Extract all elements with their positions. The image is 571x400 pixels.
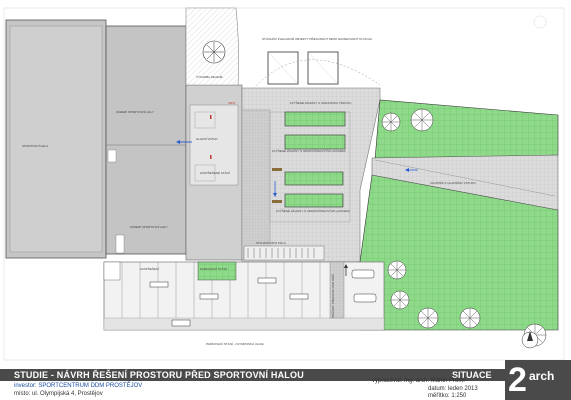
drawing-title: STUDIE - NÁVRH ŘEŠENÍ PROSTORU PŘED SPOR… [14, 370, 304, 380]
bench-area-label: ZASTŘEŠENÉ STÁNÍ [200, 170, 230, 175]
logo-word: arch [529, 369, 555, 383]
hall-label: SPORTOVNÍ HALA [22, 144, 48, 148]
logo-number: 2 [508, 361, 527, 399]
date-text: datum: leden 2013 [428, 386, 478, 392]
footpath-label: CHODNÍK K HLAVNÍMU VSTUPU [430, 181, 476, 185]
tree-topleft [202, 40, 226, 64]
parking-street-label: PARKOVACÍ STÁNÍ - OLYMPIJSKÁ ULICE [206, 342, 264, 346]
bike-stands-label: STOJANY PRO KOLA [256, 241, 286, 245]
info-label: INFO [228, 101, 236, 105]
site-plan-drawing: SPORTOVNÍ HALA ZÁZEMÍ SPORTOVNÍ HALY ZÁZ… [0, 0, 571, 361]
hall-entrance-bottom-label: ZÁZEMÍ SPORTOVNÍ HALY [130, 225, 168, 229]
new-entrance-label: HLAVNÍ VSTUP [196, 137, 217, 141]
author-text: vypracoval: Ing. arch. Martin Přůmi [372, 378, 465, 384]
tree-area-label: VÝSADBA ZELENĚ [196, 74, 223, 79]
grass-area [359, 99, 559, 331]
planters-top-label: ZVÝŠENÉ ZÁHONY S OKRASNOU TRÁVOU [290, 100, 351, 105]
hall-entrance-top-label: ZÁZEMÍ SPORTOVNÍ HALY [116, 110, 154, 114]
parking-top-label: ZASTŘEŠENÍ [140, 266, 159, 271]
planters-mid-label: ZVÝŠENÉ ZÁHONY S ODDPOČINKOVÝMI LAVICEMI [272, 148, 346, 153]
investor-text: investor: SPORTCENTRUM DDM PROSTĚJOV [14, 383, 143, 389]
scale-text: měřítko: 1:250 [428, 393, 467, 399]
bike-stands [243, 245, 325, 261]
crossing-label: SNÍŽENÝ PŘECHOD PRO PĚŠÍ [330, 274, 335, 318]
location-text: místo: ul. Olympijská 4, Prostějov [14, 391, 103, 397]
studio-logo: 2 arch [505, 360, 571, 400]
parking-area [103, 261, 385, 331]
existing-objects-label: STÁVAJÍCÍ PLECHOVÉ OBJEKTY PŘESUNOUT MIM… [262, 36, 372, 41]
parking-label: PARKOVACÍ STÁNÍ [200, 267, 227, 271]
planters-bottom-label: ZVÝŠENÉ ZÁHONY S ODDPOČINKOVÝMI LAVICEMI [276, 208, 350, 213]
